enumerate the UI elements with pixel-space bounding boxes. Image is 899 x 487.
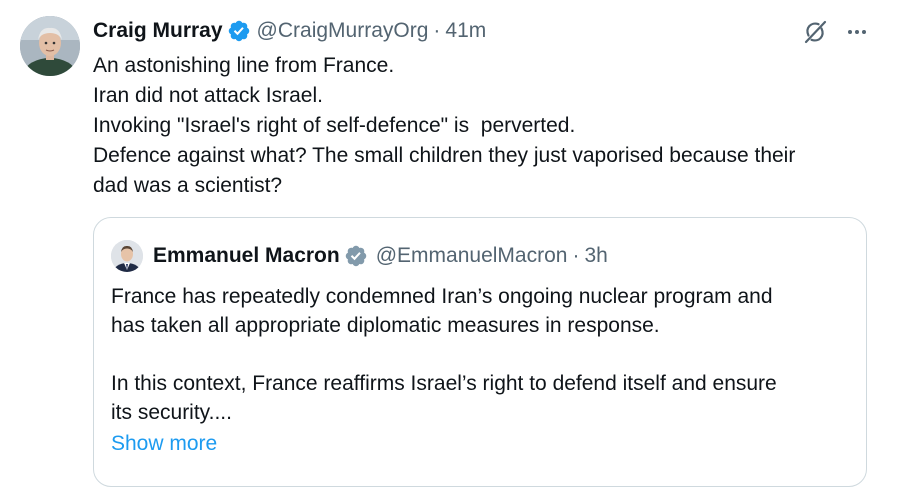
gray-verified-badge-icon [344, 244, 368, 268]
separator-dot: · [433, 19, 441, 42]
quoted-text-line: In this context, France reaffirms Israel… [111, 372, 777, 395]
quoted-tweet-header: Emmanuel Macron @EmmanuelMacron · 3h [153, 240, 608, 272]
author-avatar[interactable] [20, 16, 80, 76]
quoted-tweet-timestamp: 3h [584, 244, 608, 267]
tweet-text: An astonishing line from France. Iran di… [93, 51, 883, 201]
tweet-text-line: An astonishing line from France. [93, 54, 395, 77]
quoted-author-handle: @EmmanuelMacron [375, 244, 568, 267]
author-name[interactable]: Craig Murray [93, 19, 223, 43]
quoted-tweet[interactable]: Emmanuel Macron @EmmanuelMacron · 3h Fra… [93, 217, 867, 487]
tweet-text-line: Defence against what? The small children… [93, 144, 796, 167]
grok-icon[interactable] [801, 18, 829, 46]
quoted-author-name: Emmanuel Macron [153, 244, 340, 267]
quoted-text-line: has taken all appropriate diplomatic mea… [111, 314, 660, 337]
verified-badge-icon [227, 19, 251, 43]
tweet[interactable]: Craig Murray @CraigMurrayOrg · 41m An as… [0, 0, 899, 487]
show-more-link[interactable]: Show more [111, 429, 217, 458]
tweet-text-line: Iran did not attack Israel. [93, 84, 323, 107]
tweet-text-line: Invoking "Israel's right of self-defence… [93, 114, 576, 137]
quoted-text-line: France has repeatedly condemned Iran’s o… [111, 285, 773, 308]
separator-dot: · [572, 244, 580, 267]
author-handle[interactable]: @CraigMurrayOrg [257, 19, 429, 43]
quoted-author-avatar[interactable] [111, 240, 143, 272]
more-options-icon[interactable] [845, 20, 869, 44]
tweet-timestamp[interactable]: 41m [445, 19, 486, 43]
quoted-tweet-text: France has repeatedly condemned Iran’s o… [111, 282, 851, 427]
quoted-text-line: its security.... [111, 401, 232, 424]
tweet-header: Craig Murray @CraigMurrayOrg · 41m [93, 17, 486, 45]
tweet-actions [801, 18, 869, 46]
tweet-text-line: dad was a scientist? [93, 174, 283, 197]
